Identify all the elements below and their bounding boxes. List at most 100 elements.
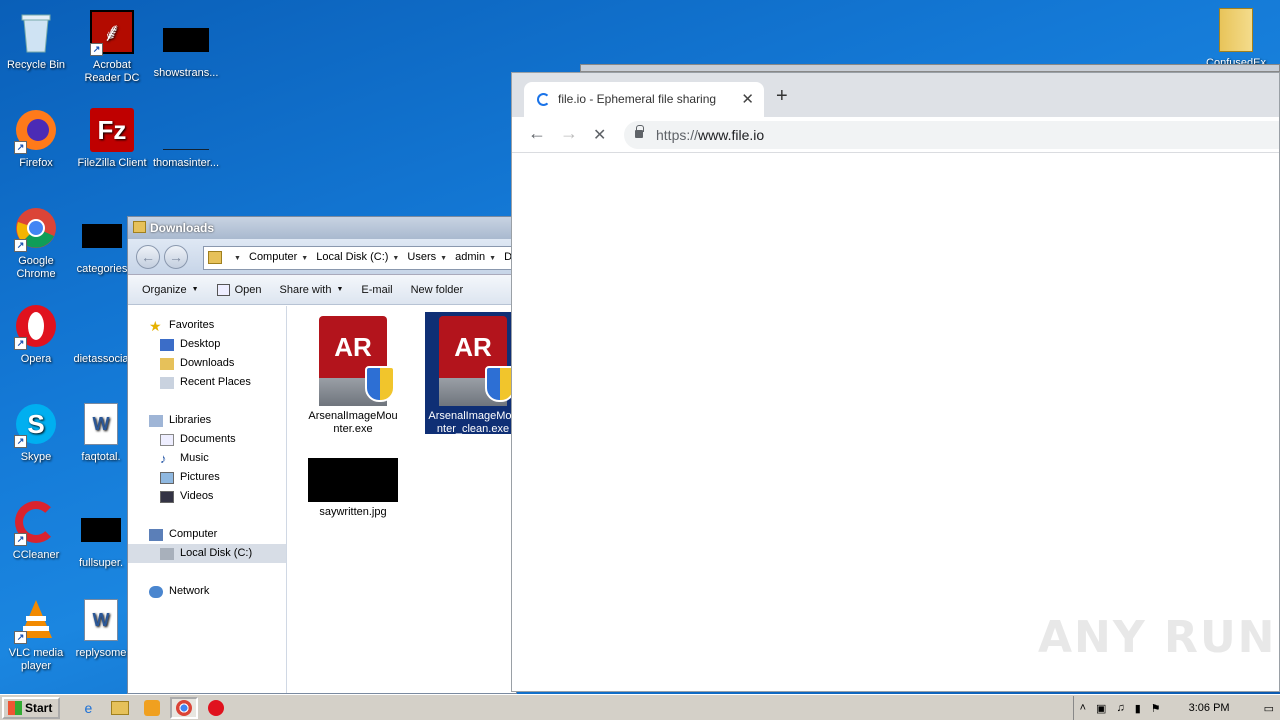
nav-recent-places[interactable]: Recent Places (128, 373, 286, 392)
ie-icon[interactable]: e (74, 697, 102, 719)
back-arrow-icon[interactable]: ← (528, 123, 546, 144)
desktop-icon-filezilla[interactable]: Fz FileZilla Client (74, 106, 150, 170)
nav-label: Local Disk (C:) (180, 547, 253, 559)
browser-tab[interactable]: file.io - Ephemeral file sharing ✕ (524, 82, 764, 117)
action-center-flag-icon[interactable]: ⚑ (1151, 702, 1161, 715)
chevron-down-icon: ▼ (191, 286, 199, 293)
desktop-icon-confusedex[interactable]: ConfusedEx (1198, 6, 1274, 70)
star-icon: ★ (149, 317, 162, 334)
new-tab-button[interactable]: + (776, 85, 788, 108)
nav-documents[interactable]: Documents (128, 430, 286, 449)
forward-arrow-icon[interactable]: → (560, 123, 578, 144)
breadcrumb-item[interactable]: Local Disk (C:) (316, 251, 388, 263)
nav-label: Desktop (180, 338, 221, 350)
desktop-icon-chrome[interactable]: ↗ Google Chrome (0, 204, 74, 281)
desktop-icon-acrobat[interactable]: ⸙ ↗ Acrobat Reader DC (74, 8, 150, 85)
desktop-icon-label: showstrans... (153, 67, 219, 79)
shortcut-arrow-icon: ↗ (14, 533, 27, 546)
desktop-icon-recycle-bin[interactable]: Recycle Bin (0, 8, 74, 72)
desktop-icon-skype[interactable]: S ↗ Skype (0, 400, 74, 464)
desktop-icon-ccleaner[interactable]: ↗ CCleaner (0, 498, 74, 562)
desktop-icon-label: Recycle Bin (6, 59, 66, 71)
nav-pictures[interactable]: Pictures (128, 468, 286, 487)
downloads-folder-icon (160, 357, 174, 370)
explorer-window[interactable]: Downloads ← → ▼ Computer ▼ Local Disk (C:… (127, 216, 521, 694)
stop-loading-icon[interactable]: ✕ (593, 125, 606, 145)
url-bar[interactable]: https://www.file.io (624, 121, 1279, 149)
nav-desktop[interactable]: Desktop (128, 335, 286, 354)
desktop-icon-categories[interactable]: categories (72, 212, 132, 276)
breadcrumb-item[interactable]: Users (407, 251, 436, 263)
nav-libraries[interactable]: Libraries (128, 411, 286, 430)
nav-local-disk[interactable]: Local Disk (C:) (128, 544, 286, 563)
network-icon (149, 585, 163, 598)
nav-label: Network (169, 585, 210, 597)
open-label: Open (234, 283, 262, 296)
chevron-up-icon[interactable]: ˄ (1080, 702, 1086, 714)
nav-label: Pictures (180, 471, 220, 483)
desktop-icon-replysome[interactable]: W replysome (70, 596, 132, 660)
explorer-titlebar[interactable]: Downloads (128, 217, 516, 239)
close-icon[interactable]: ✕ (741, 90, 754, 108)
battery-icon[interactable]: ▮ (1135, 702, 1141, 715)
arsenal-image-mounter-icon: AR (313, 316, 395, 408)
desktop-icon-label: FileZilla Client (77, 157, 147, 169)
media-player-icon[interactable] (138, 697, 166, 719)
ccleaner-icon: ↗ (12, 498, 60, 546)
new-folder-button[interactable]: New folder (411, 284, 464, 296)
desktop-icon-label: Google Chrome (16, 255, 56, 280)
clock[interactable]: 3:06 PM (1189, 702, 1230, 714)
desktop-icon-showstrans[interactable]: showstrans... (148, 16, 224, 80)
new-folder-label: New folder (410, 283, 464, 296)
desktop-icon-label: Acrobat Reader DC (84, 59, 140, 84)
nav-downloads[interactable]: Downloads (128, 354, 286, 373)
email-button[interactable]: E-mail (361, 284, 392, 296)
desktop-icon-label: Skype (20, 451, 52, 463)
shortcut-arrow-icon: ↗ (14, 239, 27, 252)
nav-videos[interactable]: Videos (128, 487, 286, 506)
nav-music[interactable]: ♪ Music (128, 449, 286, 468)
file-item-selected[interactable]: AR ArsenalImageMounter_clean.exe (425, 312, 521, 434)
nav-label: Libraries (169, 414, 212, 426)
nav-network[interactable]: Network (128, 582, 286, 601)
recycle-bin-icon (12, 8, 60, 56)
breadcrumb-item[interactable]: admin (455, 251, 485, 263)
desktop-icon-firefox[interactable]: ↗ Firefox (0, 106, 74, 170)
organize-button[interactable]: Organize ▼ (142, 284, 199, 296)
opera-taskbar-icon[interactable] (202, 697, 230, 719)
chrome-taskbar-icon[interactable] (170, 696, 199, 719)
start-label: Start (25, 700, 53, 715)
back-button[interactable]: ← (136, 245, 160, 269)
breadcrumb[interactable]: ▼ Computer ▼ Local Disk (C:) ▼ Users ▼ admi… (203, 246, 516, 270)
desktop-icon-opera[interactable]: ↗ Opera (0, 302, 74, 366)
start-button[interactable]: Start (2, 696, 61, 719)
nav-favorites[interactable]: ★ Favorites (128, 316, 286, 335)
shortcut-arrow-icon: ↗ (90, 43, 103, 56)
chrome-window[interactable]: file.io - Ephemeral file sharing ✕ + ← →… (511, 72, 1280, 692)
firefox-icon: ↗ (12, 106, 60, 154)
file-item[interactable]: saywritten.jpg (305, 456, 401, 519)
computer-icon (149, 528, 163, 541)
desktop-icon-dietassocia[interactable]: dietassocia (70, 302, 132, 366)
desktop-icon-fullsuper[interactable]: fullsuper. (70, 506, 132, 570)
desktop-icon-faqtotal[interactable]: W faqtotal. (70, 400, 132, 464)
open-button[interactable]: Open (216, 283, 262, 296)
volume-icon[interactable]: ♫ (1116, 702, 1124, 714)
forward-button[interactable]: → (164, 245, 188, 269)
nav-label: Recent Places (180, 376, 251, 388)
desktop-icon-label: thomasinter... (152, 157, 220, 169)
show-desktop-icon[interactable]: ▭ (1264, 702, 1274, 715)
acrobat-icon: ⸙ ↗ (88, 8, 136, 56)
nav-label: Favorites (169, 319, 215, 331)
file-item[interactable]: AR ArsenalImageMounter.exe (305, 312, 401, 438)
recent-places-icon (160, 376, 174, 389)
desktop-icon-vlc[interactable]: ↗ VLC media player (0, 596, 74, 673)
chevron-down-icon: ▼ (301, 255, 309, 262)
share-with-button[interactable]: Share with ▼ (280, 284, 344, 296)
desktop-icon-thomasinter[interactable]: thomasinter... (148, 106, 224, 170)
nav-computer[interactable]: Computer (128, 525, 286, 544)
breadcrumb-item[interactable]: Computer (249, 251, 297, 263)
explorer-taskbar-icon[interactable] (106, 697, 134, 719)
nav-label: Downloads (180, 357, 235, 369)
network-tray-icon[interactable]: ▣ (1096, 702, 1106, 715)
